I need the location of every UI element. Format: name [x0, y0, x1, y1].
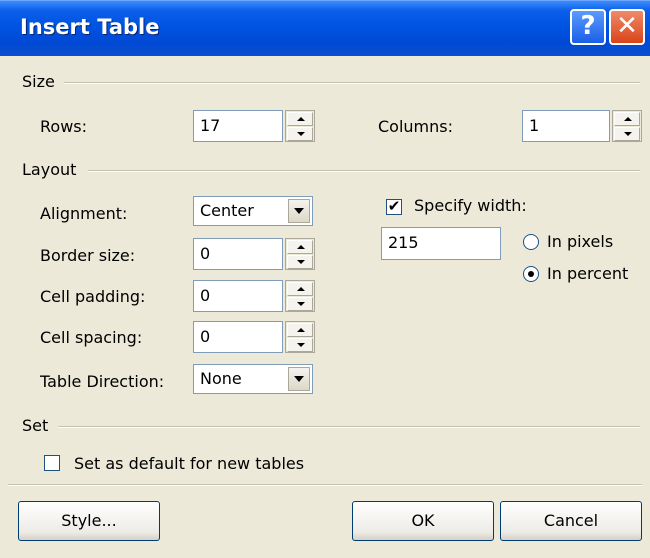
padding-spin-up[interactable] [287, 282, 313, 296]
border-spin-down[interactable] [287, 255, 313, 269]
columns-spin-up[interactable] [614, 112, 640, 126]
cell-padding-input[interactable]: 0 [193, 280, 283, 312]
set-default-label[interactable]: Set as default for new tables [74, 454, 304, 473]
help-button[interactable]: ? [570, 9, 606, 45]
columns-label: Columns: [378, 117, 453, 136]
alignment-value: Center [200, 201, 254, 220]
rows-label: Rows: [40, 117, 87, 136]
border-size-spinner[interactable] [285, 238, 315, 270]
up-arrow-icon [297, 328, 305, 332]
in-pixels-radio[interactable] [523, 234, 539, 250]
down-arrow-icon [297, 302, 305, 306]
alignment-label: Alignment: [40, 204, 128, 223]
border-spin-up[interactable] [287, 240, 313, 254]
columns-input[interactable]: 1 [522, 110, 610, 142]
radio-selected-dot [528, 271, 534, 277]
specify-width-label[interactable]: Specify width: [414, 196, 527, 215]
chevron-down-icon [294, 376, 304, 382]
in-pixels-label[interactable]: In pixels [547, 232, 613, 251]
table-direction-label: Table Direction: [40, 372, 165, 391]
table-direction-dropdown-button[interactable] [288, 367, 310, 391]
columns-spin-down[interactable] [614, 127, 640, 141]
title-bar[interactable]: Insert Table ? ✕ [0, 0, 650, 56]
rows-spin-down[interactable] [287, 127, 313, 141]
dialog-title: Insert Table [20, 15, 160, 39]
cell-spacing-spinner[interactable] [285, 321, 315, 353]
width-input[interactable]: 215 [381, 227, 501, 260]
down-arrow-icon [297, 343, 305, 347]
footer-divider [8, 484, 642, 486]
alignment-select[interactable]: Center [193, 196, 313, 226]
in-percent-label[interactable]: In percent [547, 264, 628, 283]
layout-group-label: Layout [22, 160, 77, 179]
rows-spin-up[interactable] [287, 112, 313, 126]
specify-width-checkbox[interactable]: ✔ [386, 199, 402, 215]
rows-spinner[interactable] [285, 110, 315, 142]
alignment-dropdown-button[interactable] [288, 199, 310, 223]
layout-divider [88, 170, 640, 172]
set-group-label: Set [22, 416, 49, 435]
set-divider [58, 426, 640, 428]
columns-spinner[interactable] [612, 110, 642, 142]
size-group-label: Size [22, 72, 55, 91]
cell-padding-spinner[interactable] [285, 280, 315, 312]
border-size-input[interactable]: 0 [193, 238, 283, 270]
size-divider [64, 82, 640, 84]
down-arrow-icon [297, 260, 305, 264]
up-arrow-icon [624, 117, 632, 121]
in-percent-radio[interactable] [523, 266, 539, 282]
padding-spin-down[interactable] [287, 297, 313, 311]
rows-input[interactable]: 17 [193, 110, 283, 142]
table-direction-value: None [200, 369, 242, 388]
up-arrow-icon [297, 287, 305, 291]
cell-padding-label: Cell padding: [40, 287, 146, 306]
insert-table-dialog: Insert Table ? ✕ Size Rows: 17 Columns: … [0, 0, 650, 558]
cell-spacing-input[interactable]: 0 [193, 321, 283, 353]
border-size-label: Border size: [40, 246, 136, 265]
cell-spacing-label: Cell spacing: [40, 328, 143, 347]
spacing-spin-up[interactable] [287, 323, 313, 337]
cancel-button[interactable]: Cancel [500, 501, 642, 541]
style-button[interactable]: Style... [18, 501, 160, 541]
down-arrow-icon [624, 132, 632, 136]
up-arrow-icon [297, 245, 305, 249]
spacing-spin-down[interactable] [287, 338, 313, 352]
close-button[interactable]: ✕ [609, 9, 645, 45]
table-direction-select[interactable]: None [193, 364, 313, 394]
chevron-down-icon [294, 208, 304, 214]
ok-button[interactable]: OK [352, 501, 494, 541]
up-arrow-icon [297, 117, 305, 121]
set-default-checkbox[interactable] [44, 455, 60, 471]
down-arrow-icon [297, 132, 305, 136]
